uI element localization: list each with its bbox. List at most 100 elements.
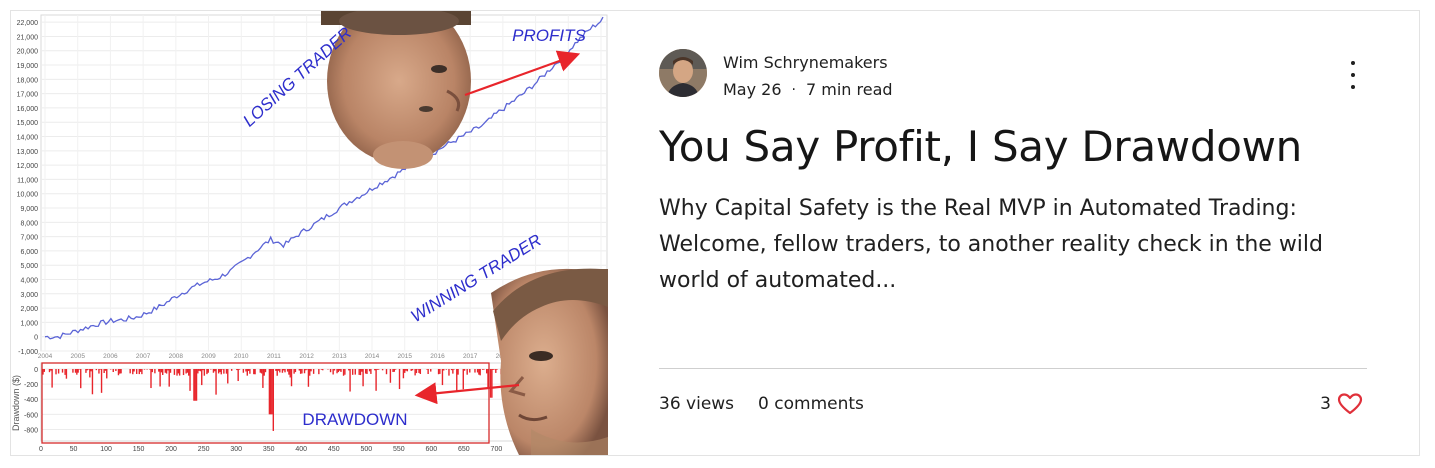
drawdown-bar xyxy=(206,369,208,375)
drawdown-bar xyxy=(306,369,308,370)
drawdown-bar xyxy=(310,369,312,372)
drawdown-bar xyxy=(430,369,432,372)
drawdown-bar xyxy=(474,369,476,373)
drawdown-bar xyxy=(402,369,405,379)
drawdown-bar xyxy=(90,369,92,372)
drawdown-bar xyxy=(201,369,203,386)
post-title[interactable]: You Say Profit, I Say Drawdown xyxy=(659,119,1359,175)
drawdown-bar xyxy=(342,369,345,376)
y-tick-label: 17,000 xyxy=(17,92,39,99)
dd-x-tick-label: 300 xyxy=(230,446,242,453)
drawdown-bar xyxy=(220,369,222,375)
drawdown-bar xyxy=(214,369,216,372)
drawdown-bar xyxy=(441,369,444,386)
drawdown-bar xyxy=(133,369,135,372)
drawdown-bar xyxy=(405,369,407,371)
dd-x-tick-label: 650 xyxy=(458,446,470,453)
drawdown-bar xyxy=(305,369,307,371)
drawdown-bar xyxy=(151,369,153,373)
drawdown-bar xyxy=(463,369,466,371)
drawdown-bar xyxy=(99,369,101,370)
drawdown-bar xyxy=(364,369,367,374)
drawdown-bar xyxy=(276,369,278,376)
y-tick-label: 7,000 xyxy=(20,235,38,242)
drawdown-bar xyxy=(385,369,388,375)
drawdown-bar xyxy=(289,369,291,378)
drawdown-bar xyxy=(139,369,142,372)
winning-trader-photo xyxy=(491,268,608,455)
drawdown-bar xyxy=(452,369,454,374)
drawdown-bar xyxy=(85,369,87,373)
drawdown-bar xyxy=(89,369,91,378)
drawdown-bar xyxy=(453,369,455,370)
dd-x-tick-label: 700 xyxy=(491,446,503,453)
dd-x-tick-label: 350 xyxy=(263,446,275,453)
drawdown-bar xyxy=(392,369,394,372)
drawdown-bar xyxy=(74,369,77,373)
drawdown-bar xyxy=(160,369,163,373)
drawdown-bar xyxy=(368,369,371,372)
x-tick-label: 2005 xyxy=(70,353,85,360)
post-excerpt[interactable]: Why Capital Safety is the Real MVP in Au… xyxy=(659,191,1359,299)
like-button[interactable]: 3 xyxy=(1320,392,1363,416)
post-stats: 36 views 0 comments xyxy=(659,394,864,414)
drawdown-bar xyxy=(366,369,368,374)
drawdown-bar xyxy=(370,369,372,374)
drawdown-bar xyxy=(189,369,191,391)
drawdown-bar xyxy=(281,369,284,373)
cover-image[interactable]: -1,000 0 1,000 2,000 3,000 4,000 5,000 6,000 7,0… xyxy=(11,11,608,455)
drawdown-bar xyxy=(193,369,195,401)
cover-chart: -1,000 0 1,000 2,000 3,000 4,000 5,000 6,000 7,0… xyxy=(11,11,608,455)
y-tick-label: 21,000 xyxy=(17,34,39,41)
drawdown-bar xyxy=(377,369,380,370)
y-tick-label: 5,000 xyxy=(20,263,38,270)
drawdown-bar xyxy=(437,369,440,375)
drawdown-bar xyxy=(277,369,280,371)
drawdown-bar xyxy=(485,369,488,374)
drawdown-bar xyxy=(288,369,290,375)
author-name[interactable]: Wim Schrynemakers xyxy=(723,53,888,72)
y-tick-label: 4,000 xyxy=(20,278,38,285)
drawdown-bar xyxy=(320,369,323,370)
drawdown-bar xyxy=(333,369,336,371)
y-tick-label: 2,000 xyxy=(20,306,38,313)
more-actions-icon[interactable] xyxy=(1343,61,1363,89)
drawdown-bar xyxy=(188,369,190,376)
dd-x-tick-label: 400 xyxy=(295,446,307,453)
drawdown-bar xyxy=(76,369,78,375)
y-tick-label: 13,000 xyxy=(17,149,39,156)
drawdown-bar xyxy=(410,369,412,371)
drawdown-bar xyxy=(322,369,324,371)
y-tick-label: 22,000 xyxy=(17,20,39,27)
dd-y-tick-label: -600 xyxy=(24,412,38,419)
drawdown-bar xyxy=(203,369,206,376)
comments-count[interactable]: 0 comments xyxy=(758,394,864,414)
drawdown-bar xyxy=(268,369,271,415)
blog-post-card[interactable]: -1,000 0 1,000 2,000 3,000 4,000 5,000 6,000 7,0… xyxy=(10,10,1420,456)
meta-separator-dot: · xyxy=(791,81,796,98)
drawdown-bar xyxy=(225,369,228,374)
y-tick-label: 8,000 xyxy=(20,220,38,227)
drawdown-bar xyxy=(132,369,134,375)
x-tick-label: 2004 xyxy=(38,353,53,360)
author-avatar[interactable] xyxy=(659,49,707,97)
y-tick-label: 1,000 xyxy=(20,320,38,327)
drawdown-bar xyxy=(381,369,384,371)
views-count: 36 views xyxy=(659,394,735,414)
drawdown-bar xyxy=(318,369,320,375)
heart-icon[interactable] xyxy=(1337,392,1363,416)
drawdown-bar xyxy=(221,369,224,370)
drawdown-bar xyxy=(236,369,238,371)
drawdown-bar xyxy=(358,369,360,375)
drawdown-bar xyxy=(263,369,265,376)
drawdown-bar xyxy=(418,369,420,373)
dd-x-tick-label: 50 xyxy=(70,446,78,453)
drawdown-bar xyxy=(283,369,285,371)
drawdown-bar xyxy=(197,369,199,374)
y-tick-label: 11,000 xyxy=(17,177,38,184)
drawdown-bar xyxy=(271,369,273,415)
drawdown-bar xyxy=(237,369,239,382)
x-tick-label: 2016 xyxy=(430,353,445,360)
drawdown-bar xyxy=(242,369,245,373)
drawdown-bar xyxy=(65,369,68,379)
